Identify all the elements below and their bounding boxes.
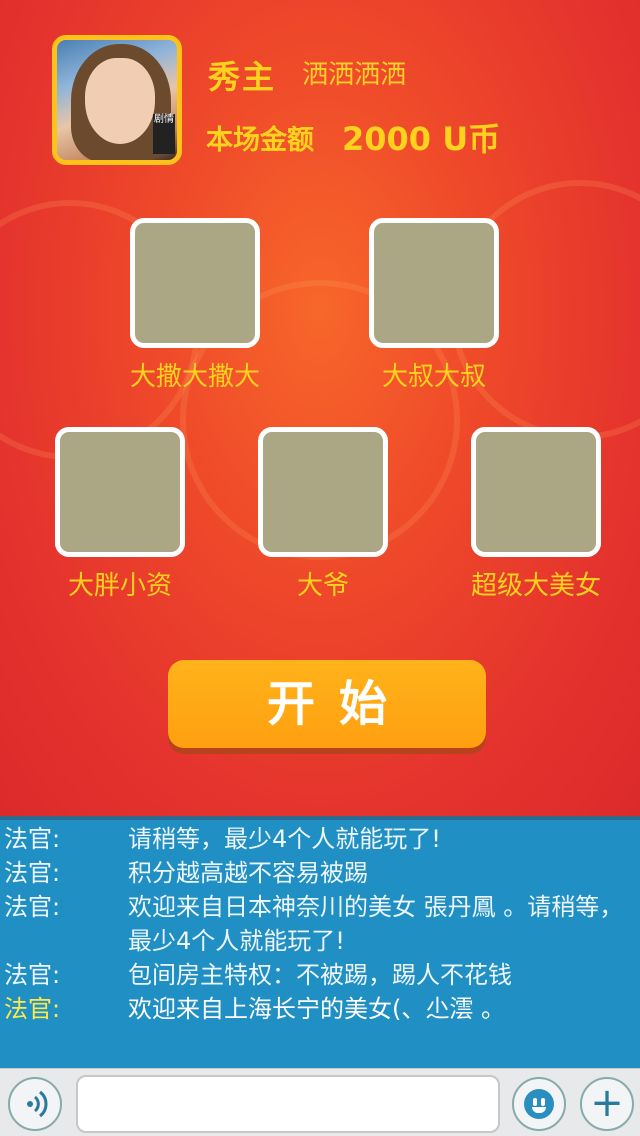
input-bar: + (0, 1068, 640, 1136)
seat-avatar[interactable] (369, 218, 499, 348)
avatar-face (85, 58, 155, 144)
plus-icon[interactable]: + (580, 1077, 634, 1131)
chat-sender: 法官: (4, 825, 61, 853)
game-area: 剧情 秀主 洒洒洒洒 本场金额 2000 U币 大撒大撒大 大叔大叔 大胖小资 … (0, 0, 640, 816)
amount-value: 2000 U币 (342, 120, 501, 158)
start-button[interactable]: 开始 (168, 660, 486, 748)
seat-3[interactable]: 大胖小资 (20, 427, 220, 602)
seat-name: 大爷 (296, 571, 349, 601)
host-role-label: 秀主 (208, 58, 277, 96)
seat-name: 大撒大撒大 (129, 362, 260, 392)
amount-label: 本场金额 (206, 125, 314, 156)
chat-message: 法官: 积分越高越不容易被踢 (0, 856, 640, 890)
chat-message: 法官: 欢迎来自日本神奈川的美女 張丹鳳 。请稍等，最少4个人就能玩了! (0, 890, 640, 958)
seat-avatar[interactable] (471, 427, 601, 557)
seat-5[interactable]: 超级大美女 (436, 427, 636, 602)
voice-icon[interactable] (8, 1077, 62, 1131)
seat-1[interactable]: 大撒大撒大 (95, 218, 295, 393)
smile-mouth (532, 1107, 546, 1113)
avatar-badge: 剧情 (153, 114, 175, 154)
host-name: 洒洒洒洒 (302, 60, 407, 90)
seat-name: 大胖小资 (67, 571, 172, 601)
chat-message: 法官: 请稍等，最少4个人就能玩了! (0, 822, 640, 856)
host-avatar[interactable]: 剧情 (52, 35, 182, 165)
chat-sender: 法官: (4, 961, 61, 989)
smile-eye-right (541, 1098, 545, 1106)
chat-sender: 法官: (4, 893, 61, 921)
seat-avatar[interactable] (130, 218, 260, 348)
smile-eye-left (533, 1098, 537, 1106)
chat-log[interactable]: 法官: 请稍等，最少4个人就能玩了! 法官: 积分越高越不容易被踢 法官: 欢迎… (0, 816, 640, 1068)
chat-text: 欢迎来自上海长宁的美女(、尐澐 。 (128, 995, 505, 1023)
chat-input[interactable] (76, 1075, 500, 1133)
chat-message: 法官: 欢迎来自上海长宁的美女(、尐澐 。 (0, 992, 640, 1026)
emoji-icon[interactable] (512, 1077, 566, 1131)
chat-text: 积分越高越不容易被踢 (128, 859, 368, 887)
chat-text: 欢迎来自日本神奈川的美女 張丹鳳 。请稍等，最少4个人就能玩了! (128, 893, 624, 955)
chat-sender: 法官: (4, 995, 61, 1023)
smile-face (524, 1089, 554, 1119)
seat-avatar[interactable] (55, 427, 185, 557)
seat-4[interactable]: 大爷 (223, 427, 423, 602)
chat-message: 法官: 包间房主特权：不被踢，踢人不花钱 (0, 958, 640, 992)
chat-text: 请稍等，最少4个人就能玩了! (128, 825, 441, 853)
seat-2[interactable]: 大叔大叔 (334, 218, 534, 393)
chat-sender: 法官: (4, 859, 61, 887)
seat-avatar[interactable] (258, 427, 388, 557)
seat-name: 大叔大叔 (381, 362, 486, 392)
chat-text: 包间房主特权：不被踢，踢人不花钱 (128, 961, 512, 989)
seat-name: 超级大美女 (470, 571, 601, 601)
voice-icon-graphic (27, 1090, 48, 1118)
